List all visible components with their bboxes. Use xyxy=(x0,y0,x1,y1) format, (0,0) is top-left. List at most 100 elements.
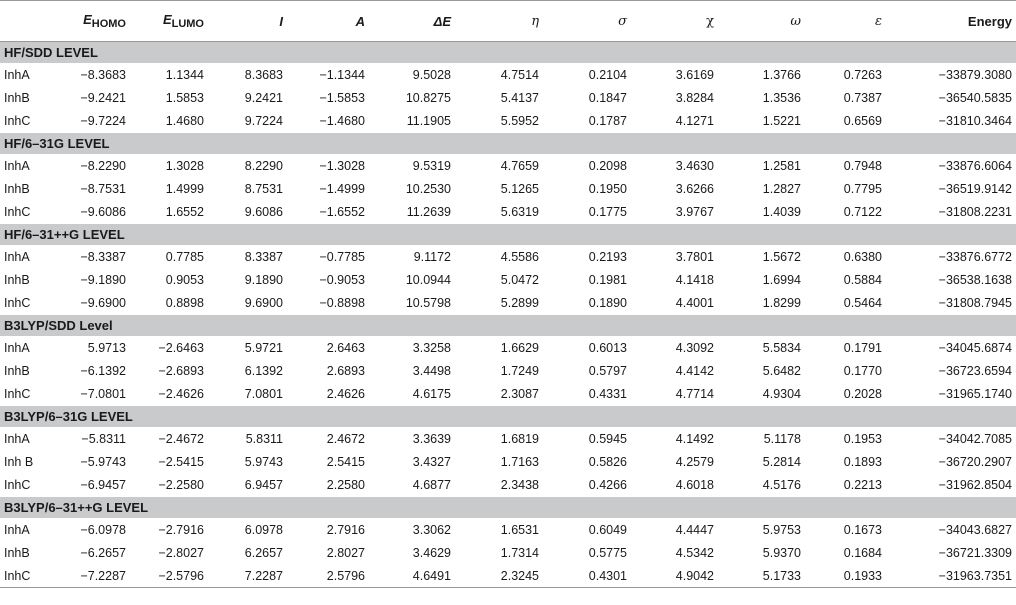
table-cell: 2.6463 xyxy=(326,340,365,355)
row-label-cell: InhB xyxy=(4,272,30,287)
table-cell: 8.3683 xyxy=(244,67,283,82)
table-cell: −31962.8504 xyxy=(938,477,1012,492)
table-cell: −0.9053 xyxy=(319,272,365,287)
table-row: InhB −6.2657 −2.8027 6.2657 2.8027 3.4629 1.73… xyxy=(0,541,1016,564)
table-cell: 5.2814 xyxy=(762,454,801,469)
table-cell: −36720.2907 xyxy=(938,454,1012,469)
table-cell: −36723.6594 xyxy=(938,363,1012,378)
table-cell: −1.4680 xyxy=(319,113,365,128)
table-row: InhA −5.8311 −2.4672 5.8311 2.4672 3.3639 1.68… xyxy=(0,427,1016,450)
table-cell: 3.4629 xyxy=(412,545,451,560)
table-cell: 2.5796 xyxy=(289,564,371,588)
table-body: HF/SDD LEVEL InhA −8.3683 1.1344 8.3683 −1.13… xyxy=(0,41,1016,588)
table-cell: 4.7514 xyxy=(500,67,539,82)
table-cell: 4.6175 xyxy=(412,386,451,401)
table-cell: 10.0944 xyxy=(405,272,451,287)
table-cell: 4.7714 xyxy=(675,386,714,401)
table-cell: 5.1178 xyxy=(763,431,801,446)
row-label-cell: InhC xyxy=(4,113,31,128)
table-cell: 4.5342 xyxy=(675,545,714,560)
row-label-cell: InhA xyxy=(4,249,30,264)
section-header-row: HF/6–31++G LEVEL xyxy=(0,223,1016,245)
row-label-cell: InhA xyxy=(4,431,30,446)
row-label-cell: InhA xyxy=(4,158,30,173)
table-cell: 3.7801 xyxy=(675,249,714,264)
table-cell: −34045.6874 xyxy=(938,340,1012,355)
table-cell: 2.3438 xyxy=(500,477,539,492)
table-cell: 4.7659 xyxy=(500,158,539,173)
table-cell: 0.1890 xyxy=(588,295,627,310)
section-title: B3LYP/SDD Level xyxy=(0,314,1016,336)
table-cell: 0.7387 xyxy=(843,90,882,105)
table-cell: 7.0801 xyxy=(244,386,283,401)
table-cell: 5.6482 xyxy=(762,363,801,378)
header-e-homo: EHOMO xyxy=(56,0,132,42)
table-cell: 4.6877 xyxy=(412,477,451,492)
section-title: HF/6–31++G LEVEL xyxy=(0,223,1016,245)
table-cell: 5.1733 xyxy=(720,564,807,588)
table-cell: 0.1775 xyxy=(588,204,627,219)
table-cell: 1.7249 xyxy=(500,363,539,378)
table-cell: −0.7785 xyxy=(319,249,365,264)
table-cell: −31808.7945 xyxy=(938,295,1012,310)
table-cell: 0.8898 xyxy=(165,295,204,310)
table-cell: 4.3092 xyxy=(675,340,714,355)
table-cell: 5.0472 xyxy=(500,272,539,287)
table-cell: 5.9370 xyxy=(762,545,801,560)
table-cell: 8.7531 xyxy=(244,181,283,196)
table-cell: 1.3028 xyxy=(165,158,204,173)
table-cell: 2.3245 xyxy=(457,564,545,588)
table-cell: 0.1950 xyxy=(588,181,627,196)
table-cell: 5.6319 xyxy=(500,204,539,219)
table-cell: 1.6552 xyxy=(165,204,204,219)
table-cell: 4.6491 xyxy=(371,564,457,588)
table-cell: 2.7916 xyxy=(326,522,365,537)
table-cell: 0.7948 xyxy=(843,158,882,173)
table-cell: 4.1492 xyxy=(675,431,714,446)
table-cell: 0.7785 xyxy=(165,249,204,264)
table-cell: 0.1770 xyxy=(843,363,882,378)
table-cell: 0.4301 xyxy=(545,564,633,588)
table-cell: −6.0978 xyxy=(80,522,126,537)
table-cell: 2.4626 xyxy=(326,386,365,401)
table-cell: 6.2657 xyxy=(244,545,283,560)
section-title: B3LYP/6–31G LEVEL xyxy=(0,405,1016,427)
row-label-cell: InhC xyxy=(4,295,31,310)
table-cell: 0.1981 xyxy=(588,272,627,287)
table-cell: 1.4999 xyxy=(165,181,204,196)
table-cell: 5.2899 xyxy=(500,295,539,310)
table-cell: 0.9053 xyxy=(165,272,204,287)
table-cell: −9.6086 xyxy=(80,204,126,219)
table-row: Inh B −5.9743 −2.5415 5.9743 2.5415 3.4327 1.7… xyxy=(0,450,1016,473)
table-cell: 0.1893 xyxy=(843,454,882,469)
table-cell: −34043.6827 xyxy=(938,522,1012,537)
table-cell: 0.2193 xyxy=(588,249,627,264)
table-cell: 0.4266 xyxy=(588,477,627,492)
table-cell: 4.9304 xyxy=(762,386,801,401)
table-cell: 5.9743 xyxy=(244,454,283,469)
table-cell: −2.6893 xyxy=(158,363,204,378)
row-label-cell: InhB xyxy=(4,363,30,378)
row-label-cell: InhB xyxy=(4,90,30,105)
table-cell: 9.6900 xyxy=(244,295,283,310)
section-header-row: B3LYP/6–31++G LEVEL xyxy=(0,496,1016,518)
table-cell: −2.4672 xyxy=(158,431,204,446)
table-cell: 0.5945 xyxy=(588,431,627,446)
table-cell: 1.2581 xyxy=(762,158,801,173)
table-cell: 0.5797 xyxy=(588,363,627,378)
table-cell: −7.2287 xyxy=(56,564,132,588)
table-cell: 3.6266 xyxy=(675,181,714,196)
row-label-cell: InhB xyxy=(4,181,30,196)
table-cell: −36540.5835 xyxy=(938,90,1012,105)
table-cell: −8.2290 xyxy=(80,158,126,173)
table-cell: 0.2213 xyxy=(843,477,882,492)
table-cell: −8.7531 xyxy=(80,181,126,196)
header-row: EHOMO ELUMO I A ΔE η σ χ ω ε Energy xyxy=(0,0,1016,42)
table-cell: 0.5464 xyxy=(843,295,882,310)
table-cell: 2.8027 xyxy=(326,545,365,560)
table-cell: 3.4630 xyxy=(675,158,714,173)
table-cell: 1.2827 xyxy=(762,181,801,196)
table-cell: −31963.7351 xyxy=(888,564,1016,588)
table-cell: 9.1172 xyxy=(413,249,451,264)
table-cell: 2.4672 xyxy=(326,431,365,446)
